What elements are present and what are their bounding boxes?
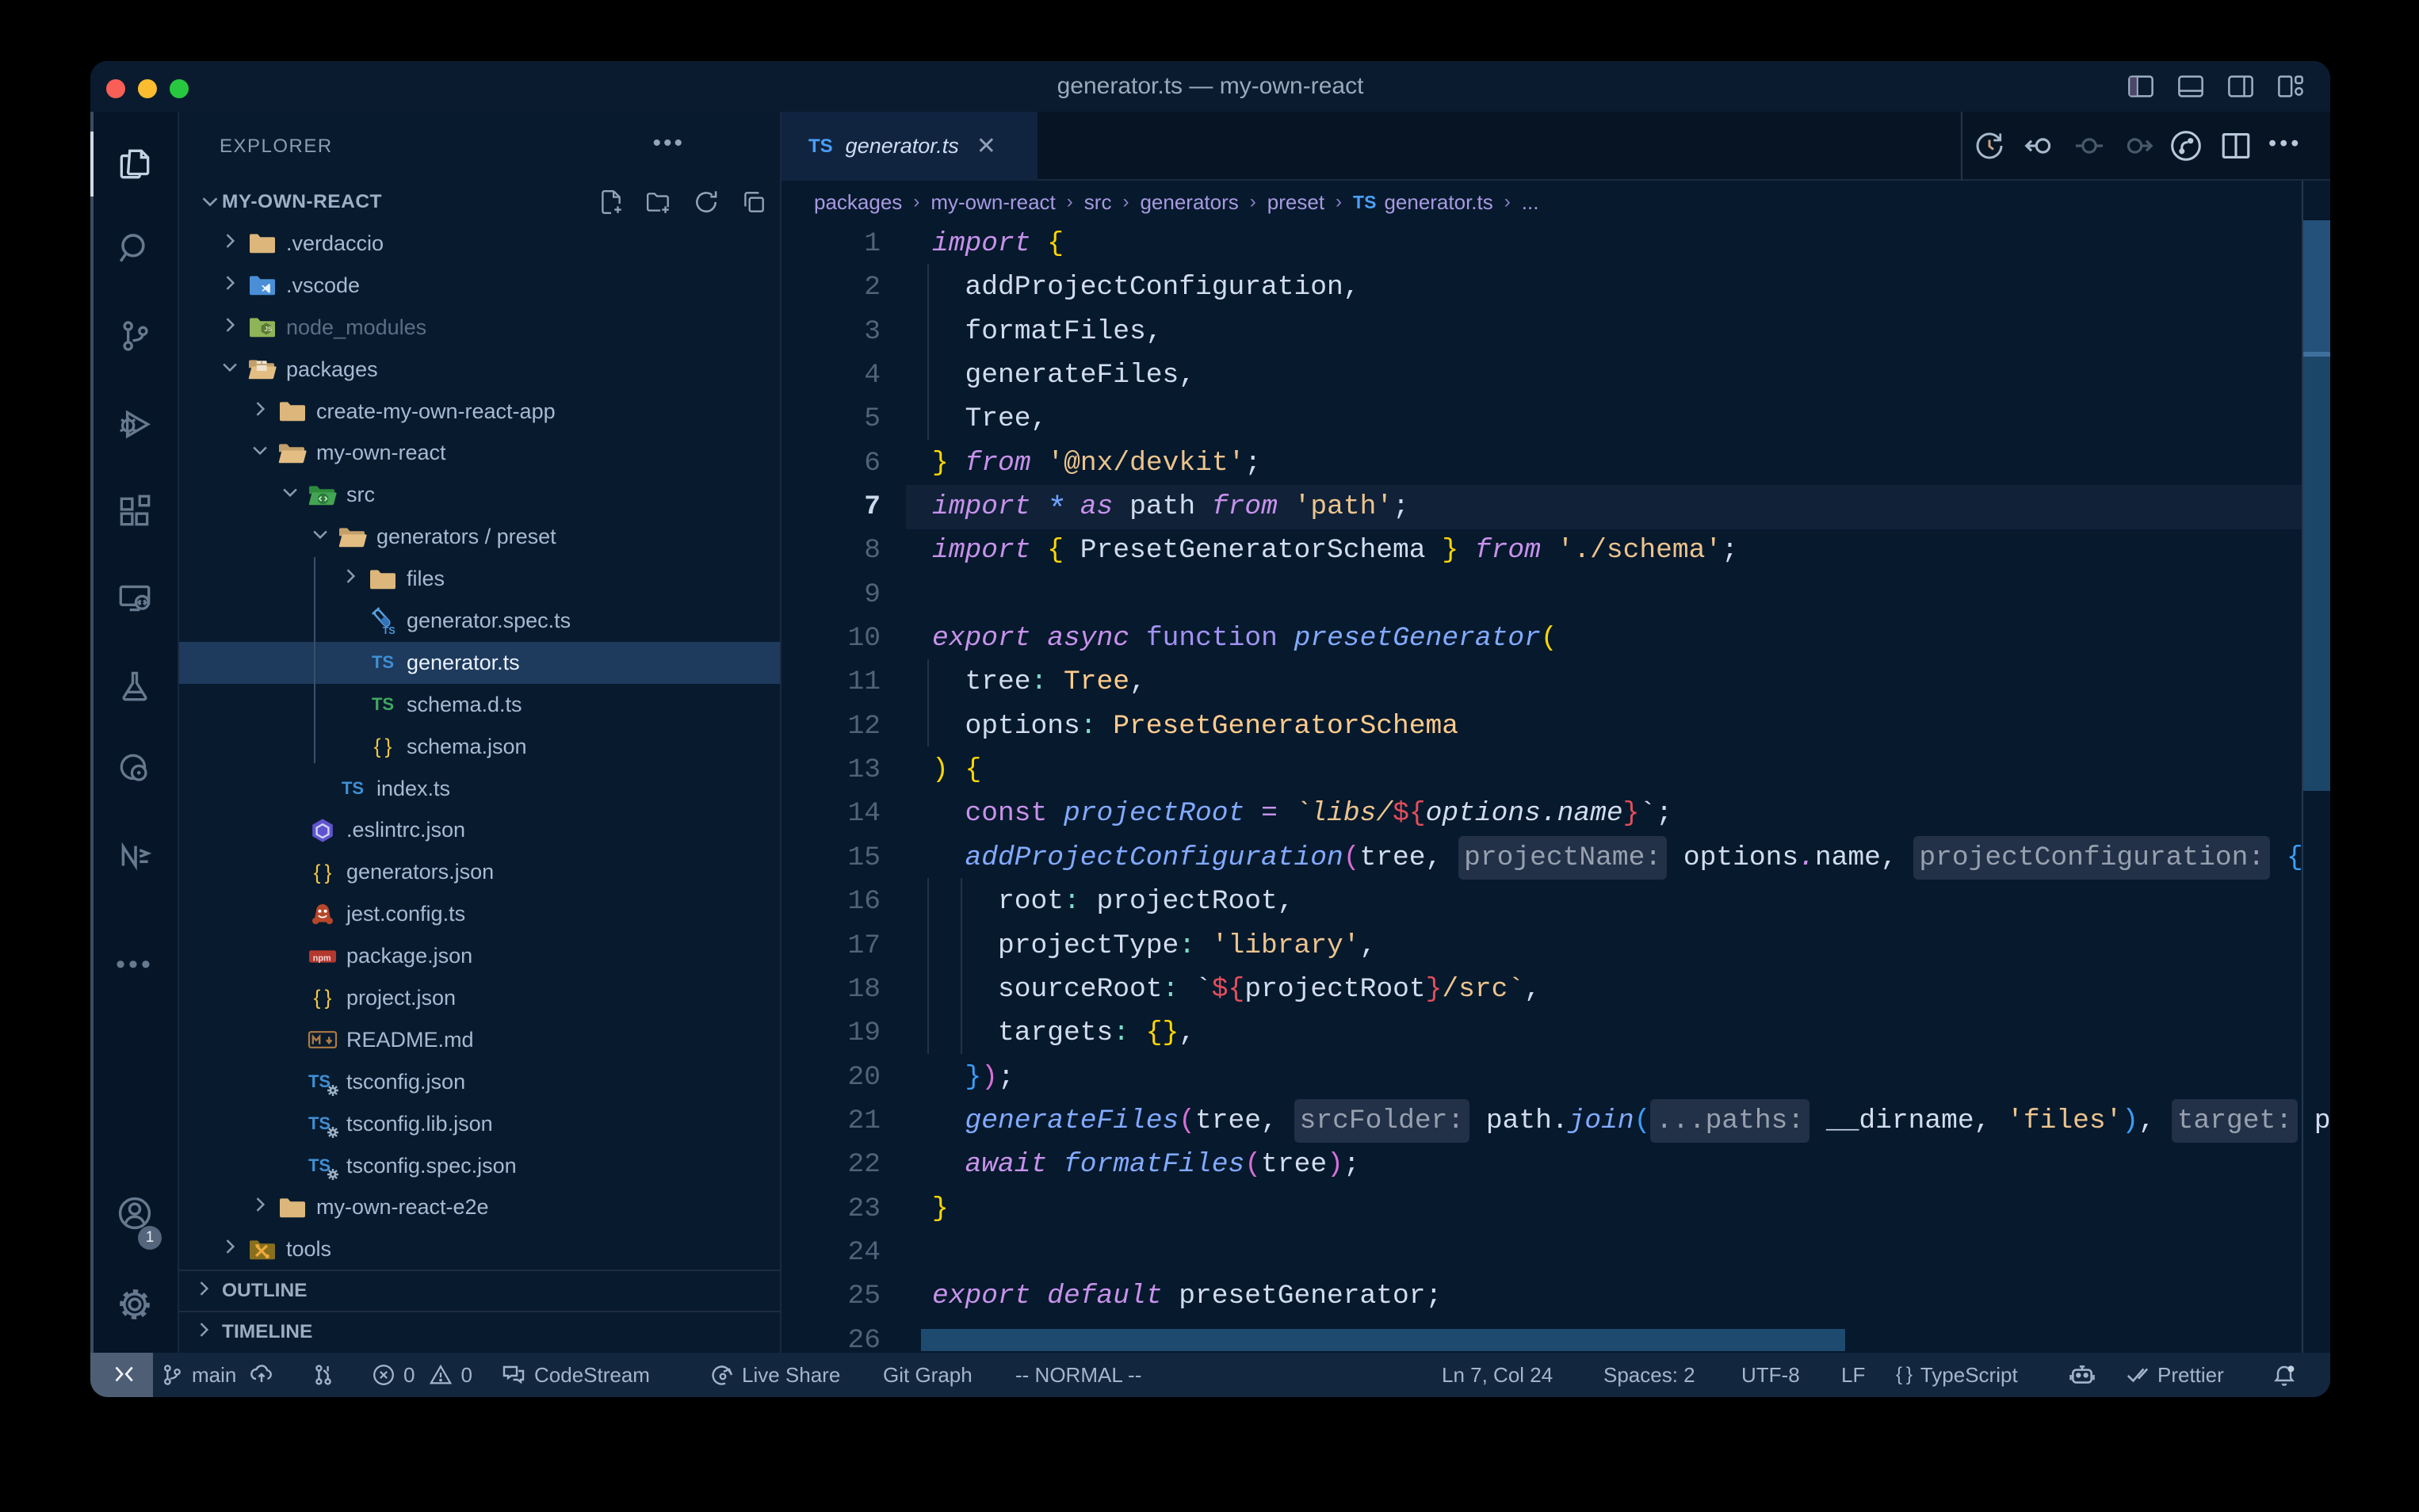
svg-text:TS: TS — [383, 625, 396, 636]
svg-text:JS: JS — [264, 325, 273, 333]
svg-text:npm: npm — [313, 953, 331, 963]
